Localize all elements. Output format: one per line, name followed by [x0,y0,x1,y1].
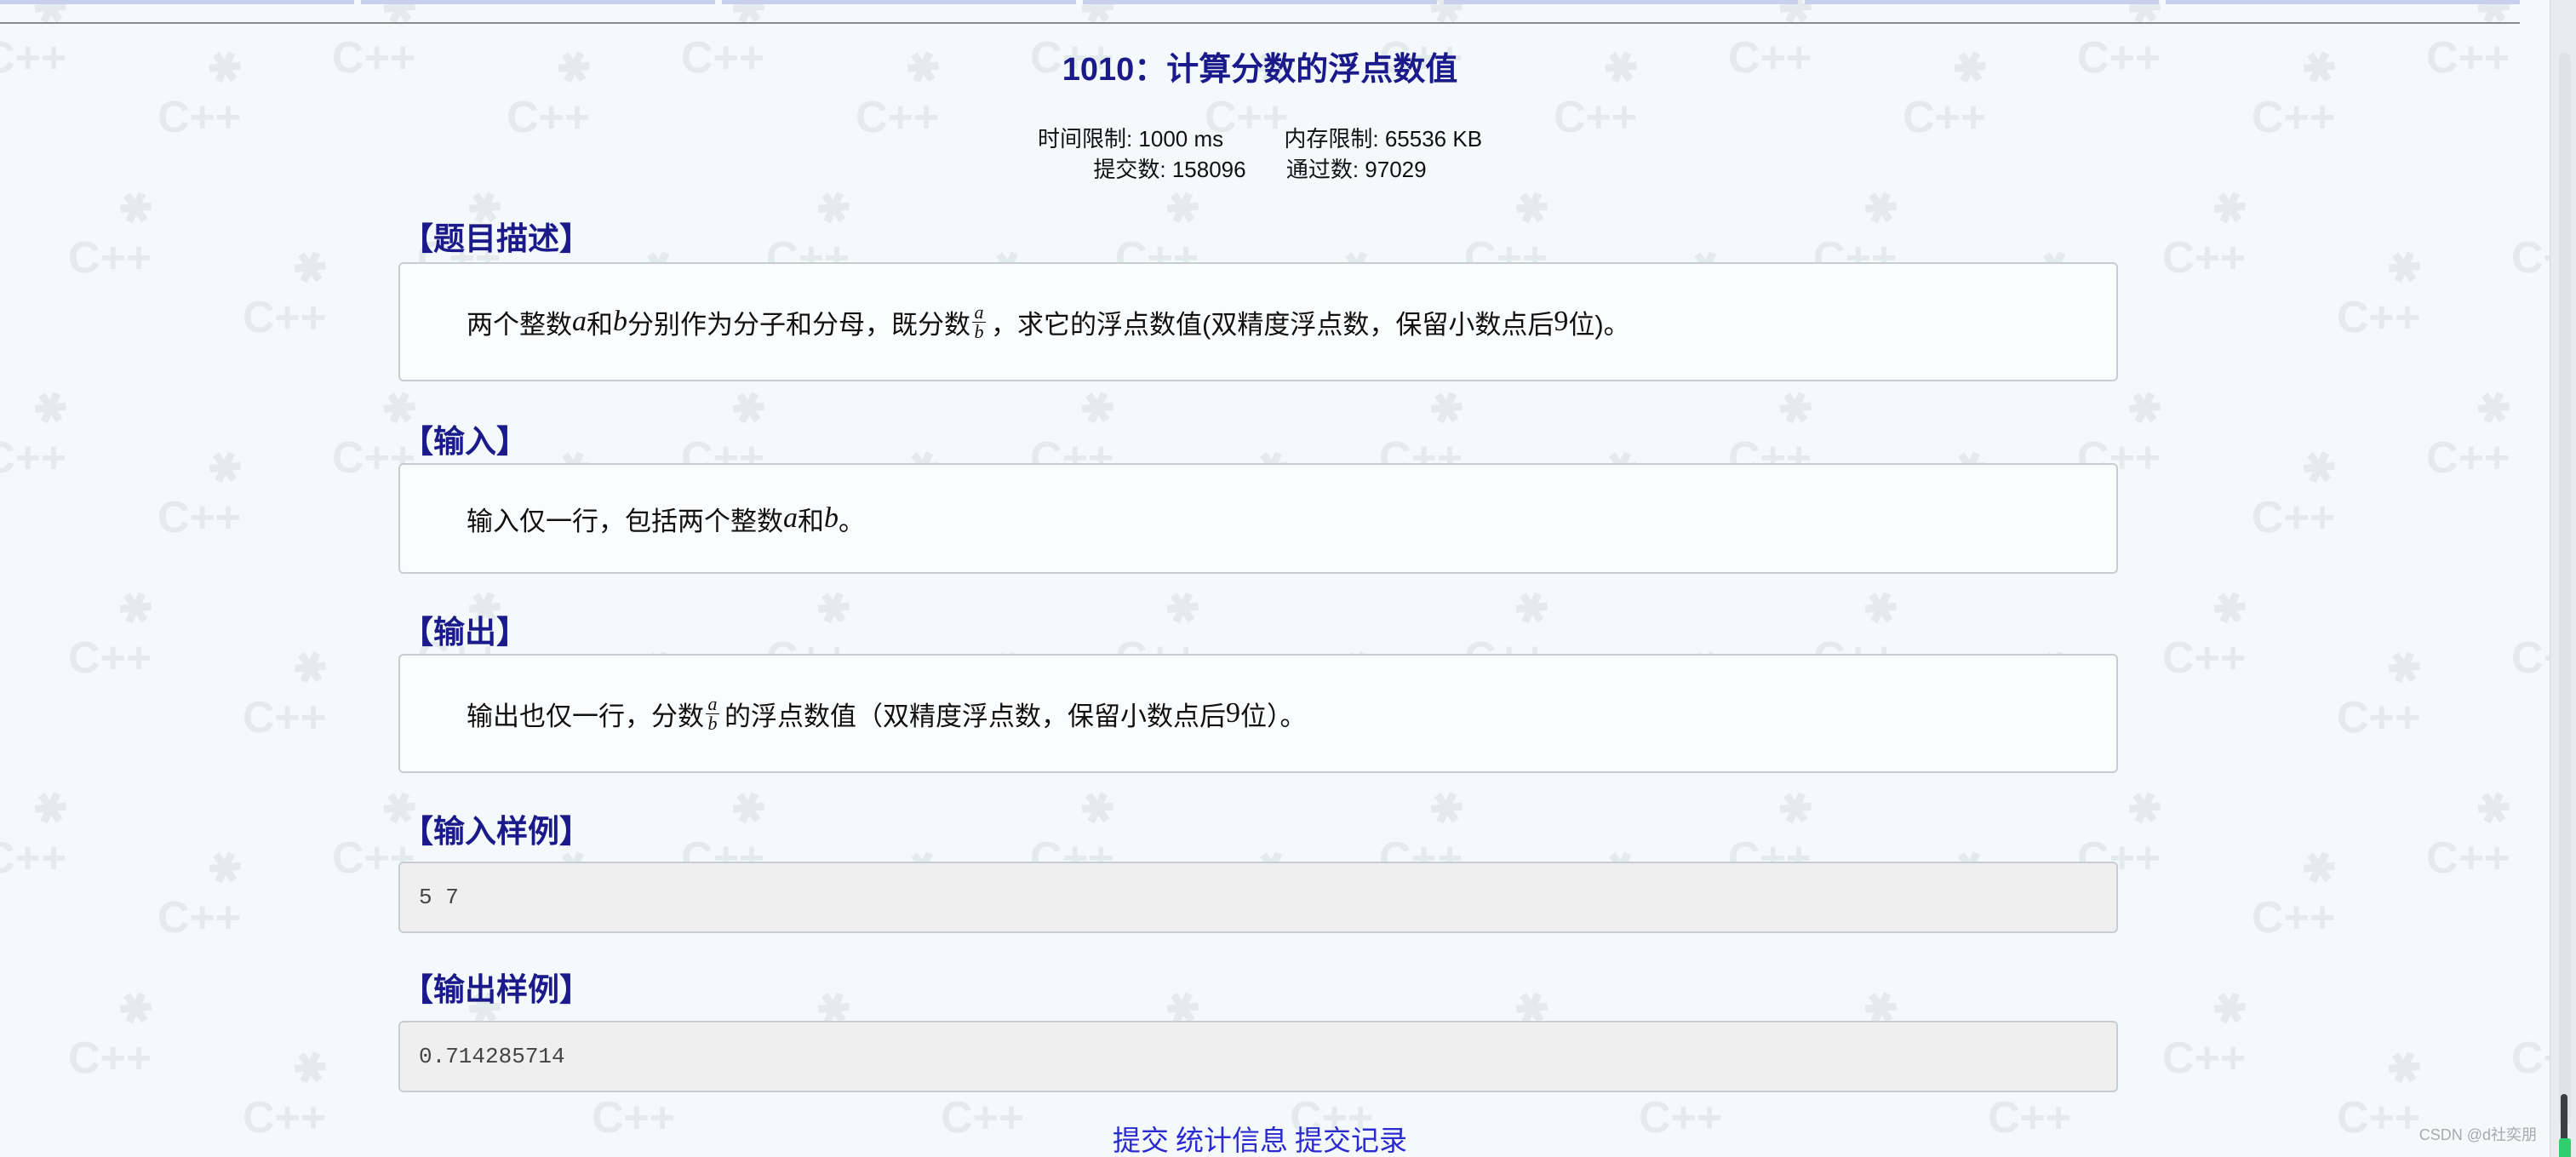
watermark-tile: ✱C++ [243,640,339,742]
input-heading: 【输入】 [402,424,528,459]
watermark-tile: ✱C++ [2162,981,2258,1083]
nav-segment[interactable] [0,0,354,4]
submit-link[interactable]: 提交 [1113,1125,1169,1156]
sample-input-block[interactable]: 5 7 [398,862,2118,933]
accepted-count: 通过数: 97029 [1285,157,1427,182]
submission-count: 提交数: 158096 [1093,157,1246,182]
output-text: 输出也仅一行，分数 a b 的浮点数值（双精度浮点数，保留小数点后 9 位）。 [467,692,1307,734]
problem-limits: 时间限制: 1000 ms 内存限制: 65536 KB 提交数: 158096… [0,123,2520,185]
statistics-link[interactable]: 统计信息 [1176,1125,1288,1156]
description-text: 两个整数 a 和 b 分别作为分子和分母，既分数 a b ，求它的浮点数值(双精度浮点数，保留… [467,301,1630,342]
output-box: 输出也仅一行，分数 a b 的浮点数值（双精度浮点数，保留小数点后 9 位）。 [398,654,2118,773]
nav-segment[interactable] [722,0,1076,4]
scrollbar-track[interactable] [2559,53,2571,1125]
watermark-tile: ✱C++ [2337,240,2433,342]
scrollbar-indicator [2559,1138,2571,1157]
footer-links: 提交 统计信息 提交记录 [0,1118,2520,1157]
fraction-a-over-b: ab [706,694,719,732]
time-limit: 时间限制: 1000 ms [1037,126,1224,152]
fraction-a-over-b: ab [972,302,986,341]
watermark-tile: ✱C++ [2162,180,2258,283]
submission-records-link[interactable]: 提交记录 [1295,1125,1407,1156]
description-box: 两个整数 a 和 b 分别作为分子和分母，既分数 a b ，求它的浮点数值(双精度浮点数，保留… [398,262,2118,381]
watermark-tile: ✱C++ [2337,640,2433,742]
vertical-scrollbar[interactable] [2550,0,2576,1157]
input-box: 输入仅一行，包括两个整数 a 和 b。 [398,463,2118,574]
sample-input-heading: 【输入样例】 [402,814,591,849]
watermark-tile: ✱C++ [157,840,254,942]
watermark-tile: ✱C++ [68,981,164,1083]
input-text: 输入仅一行，包括两个整数 a 和 b。 [467,502,865,536]
watermark-tile: ✱C++ [157,440,254,542]
nav-segment[interactable] [1805,0,2159,4]
watermark-tile: ✱C++ [2426,781,2522,883]
problem-title: 1010：计算分数的浮点数值 [1062,52,1458,88]
nav-segment[interactable] [1444,0,1798,4]
memory-limit: 内存限制: 65536 KB [1284,126,1483,152]
csdn-watermark: CSDN @d社奕朋 [2419,1126,2537,1143]
watermark-tile: ✱C++ [2252,840,2348,942]
watermark-tile: ✱C++ [68,581,164,683]
watermark-tile: ✱C++ [2426,381,2522,483]
nav-segment[interactable] [2166,0,2520,4]
description-heading: 【题目描述】 [402,221,591,256]
sample-output-block[interactable]: 0.714285714 [398,1021,2118,1092]
watermark-tile: ✱C++ [243,240,339,342]
watermark-tile: ✱C++ [0,381,79,483]
top-nav-strip [0,0,2520,24]
sample-output-heading: 【输出样例】 [402,972,591,1007]
nav-segment[interactable] [361,0,715,4]
watermark-tile: ✱C++ [2162,581,2258,683]
watermark-tile: ✱C++ [2252,440,2348,542]
watermark-tile: ✱C++ [0,781,79,883]
watermark-tile: ✱C++ [68,180,164,283]
nav-segment[interactable] [1083,0,1437,4]
output-heading: 【输出】 [402,615,528,650]
